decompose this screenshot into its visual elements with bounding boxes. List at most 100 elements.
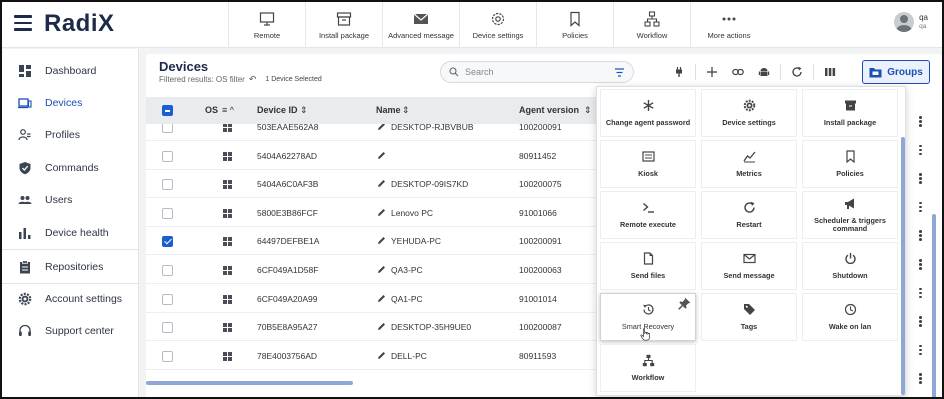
command-smart-recovery[interactable]: Smart Recovery	[600, 293, 696, 341]
command-kiosk[interactable]: Kiosk	[600, 140, 696, 188]
toolbar-advanced-message-button[interactable]: Advanced message	[382, 2, 459, 48]
edit-name-icon[interactable]	[377, 208, 386, 217]
column-header-device-id[interactable]: Device ID	[257, 105, 298, 115]
row-checkbox[interactable]	[162, 265, 173, 276]
command-workflow[interactable]: Workflow	[600, 344, 696, 392]
edit-name-icon[interactable]	[377, 179, 386, 188]
command-device-settings[interactable]: Device settings	[701, 89, 797, 137]
pin-icon[interactable]	[678, 297, 691, 310]
sort-icon[interactable]: ⇕	[402, 105, 410, 116]
sidebar-item-repositories[interactable]: Repositories	[2, 251, 139, 283]
row-menu-icon[interactable]	[919, 316, 922, 327]
row-menu-icon[interactable]	[919, 201, 922, 213]
row-menu-icon[interactable]	[919, 230, 922, 241]
command-send-files[interactable]: Send files	[600, 242, 696, 290]
refresh-button[interactable]	[784, 64, 810, 80]
row-checkbox[interactable]	[162, 207, 173, 219]
command-tags[interactable]: Tags	[701, 293, 797, 341]
row-checkbox[interactable]	[162, 293, 173, 305]
command-policies[interactable]: Policies	[802, 140, 898, 188]
row-checkbox[interactable]	[162, 322, 173, 334]
sidebar-item-devices[interactable]: Devices	[2, 87, 139, 119]
toolbar-policies-button[interactable]: Policies	[536, 2, 613, 48]
row-menu-icon[interactable]	[919, 344, 922, 356]
link-button[interactable]	[725, 64, 751, 80]
command-send-message[interactable]: Send message	[701, 242, 797, 290]
sort-icon[interactable]: ⇕	[584, 105, 592, 116]
command-shutdown[interactable]: Shutdown	[802, 242, 898, 290]
row-menu-icon[interactable]	[919, 373, 922, 384]
table-row[interactable]: 503EAAE562A8 DESKTOP-RJBVBUB 100200091	[146, 124, 598, 141]
column-header-os[interactable]: OS	[205, 105, 218, 115]
table-row[interactable]: 64497DEFBE1A YEHUDA-PC 100200091	[146, 227, 598, 256]
table-row[interactable]: 5404A62278AD 80911452	[146, 142, 598, 170]
groups-button[interactable]: Groups	[862, 60, 930, 84]
menu-icon[interactable]	[14, 15, 32, 31]
row-checkbox[interactable]	[162, 179, 173, 191]
row-menu-icon[interactable]	[919, 173, 922, 184]
horizontal-scrollbar[interactable]	[146, 381, 353, 385]
table-row[interactable]: 78E4003756AD DELL-PC 80911593	[146, 342, 598, 370]
row-menu-icon[interactable]	[919, 116, 922, 127]
filter-icon[interactable]	[614, 67, 625, 78]
popover-scrollbar[interactable]	[901, 137, 905, 395]
row-checkbox[interactable]	[162, 236, 173, 248]
edit-name-icon[interactable]	[377, 124, 386, 131]
toolbar-more-actions-button[interactable]: More actions	[690, 2, 767, 48]
select-all-checkbox[interactable]	[162, 105, 173, 116]
command-restart[interactable]: Restart	[701, 191, 797, 239]
row-menu-icon[interactable]	[919, 259, 922, 270]
toolbar-remote-button[interactable]: Remote	[228, 2, 305, 48]
sort-icon[interactable]: ⇕	[300, 105, 308, 116]
table-row[interactable]: 5404A6C0AF3B DESKTOP-09IS7KD 100200075	[146, 170, 598, 199]
sidebar-item-dashboard[interactable]: Dashboard	[2, 55, 139, 87]
edit-name-icon[interactable]	[377, 351, 386, 360]
toolbar-device-settings-button[interactable]: Device settings	[459, 2, 536, 48]
toolbar-install-package-button[interactable]: Install package	[305, 2, 382, 48]
column-header-agent-version[interactable]: Agent version	[519, 105, 579, 115]
archive-icon	[336, 11, 352, 26]
table-row[interactable]: 6CF049A20A99 QA1-PC 91001014	[146, 285, 598, 313]
android-button[interactable]	[751, 64, 777, 80]
sidebar-item-device-health[interactable]: Device health	[2, 217, 139, 249]
sidebar-item-users[interactable]: Users	[2, 184, 139, 216]
toolbar-workflow-button[interactable]: Workflow	[613, 2, 690, 48]
reset-filter-icon[interactable]: ↶	[249, 74, 257, 85]
sidebar-item-account-settings[interactable]: Account settings	[2, 283, 139, 315]
column-header-name[interactable]: Name	[376, 105, 401, 115]
command-scheduler-and-triggers-command[interactable]: Scheduler & triggers command	[802, 191, 898, 239]
sidebar-item-support-center[interactable]: Support center	[2, 315, 139, 347]
sidebar-item-commands[interactable]: Commands	[2, 152, 139, 184]
row-menu-icon[interactable]	[919, 287, 922, 299]
table-row[interactable]: 5800E3B86FCF Lenovo PC 91001066	[146, 199, 598, 227]
add-button[interactable]	[699, 64, 725, 80]
command-change-agent-password[interactable]: Change agent password	[600, 89, 696, 137]
row-checkbox[interactable]	[162, 150, 173, 162]
row-checkbox[interactable]	[162, 350, 173, 362]
os-filter-icon[interactable]: ≡ ^	[222, 105, 234, 115]
row-checkbox[interactable]	[162, 124, 173, 133]
edit-name-icon[interactable]	[377, 236, 386, 245]
restart-icon	[743, 201, 755, 213]
table-row[interactable]: 70B5E8A95A27 DESKTOP-35H9UE0 100200087	[146, 313, 598, 342]
command-install-package[interactable]: Install package	[802, 89, 898, 137]
columns-button[interactable]	[817, 64, 843, 80]
app-window: RadiX Remote Install package Advanced me…	[0, 0, 944, 399]
edit-name-icon[interactable]	[377, 322, 386, 331]
vertical-scrollbar[interactable]	[932, 214, 936, 397]
edit-name-icon[interactable]	[377, 294, 386, 303]
command-metrics[interactable]: Metrics	[701, 140, 797, 188]
sidebar-item-profiles[interactable]: Profiles	[2, 119, 139, 151]
edit-name-icon[interactable]	[377, 151, 386, 160]
command-wake-on-lan[interactable]: Wake on lan	[802, 293, 898, 341]
row-menu-icon[interactable]	[919, 144, 922, 156]
search-input[interactable]	[465, 67, 595, 77]
command-remote-execute[interactable]: Remote execute	[600, 191, 696, 239]
page-title: Devices	[159, 59, 209, 74]
user-menu[interactable]: qa qa	[894, 12, 928, 32]
table-row[interactable]: 6CF049A1D58F QA3-PC 100200063	[146, 256, 598, 284]
sidebar-item-label: Dashboard	[45, 65, 97, 77]
toolbar-more-actions-label: More actions	[707, 30, 751, 40]
plug-button[interactable]	[666, 64, 692, 80]
edit-name-icon[interactable]	[377, 265, 386, 274]
